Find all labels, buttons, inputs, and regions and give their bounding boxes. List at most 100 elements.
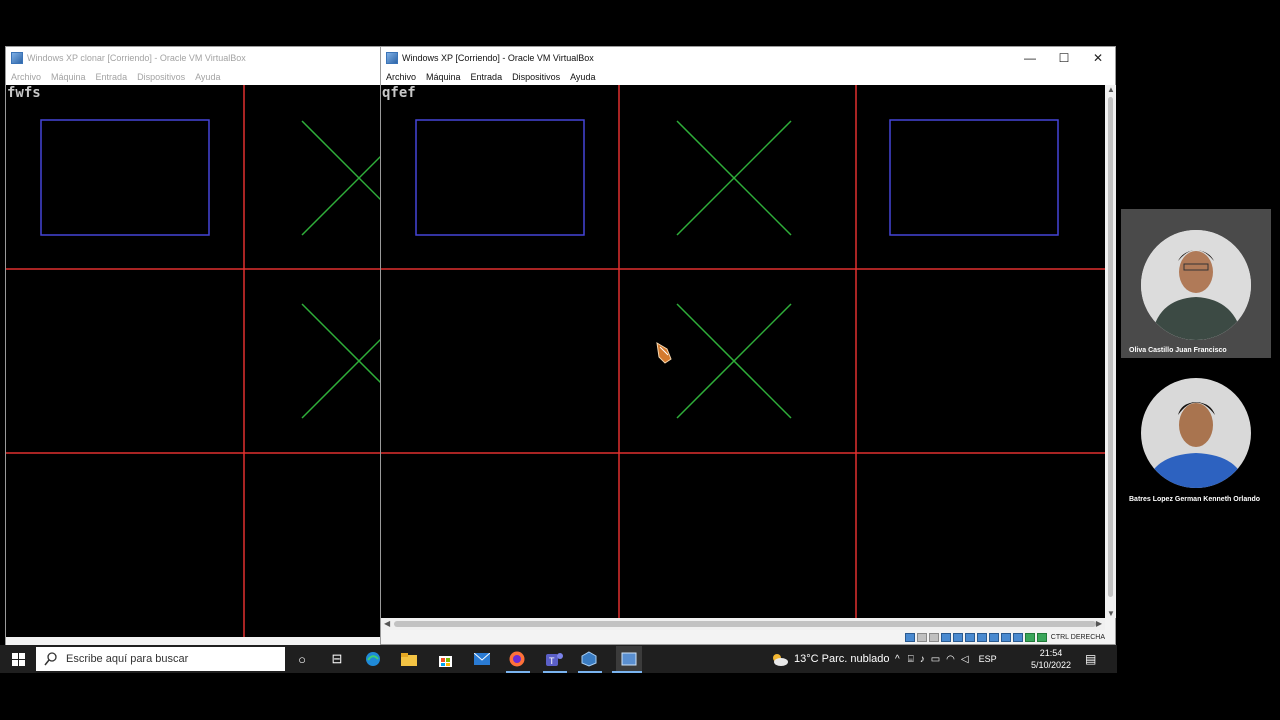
microphone-icon[interactable]: ♪ (920, 654, 925, 665)
cpu-icon[interactable] (1012, 632, 1023, 642)
weather-icon[interactable] (770, 652, 788, 666)
display-icon[interactable] (988, 632, 999, 642)
system-tray: 13°C Parc. nublado (770, 645, 890, 673)
close-button[interactable]: ✕ (1081, 47, 1115, 69)
menu-maquina[interactable]: Máquina (421, 72, 466, 82)
vm-text: fwfs (7, 85, 41, 101)
screen-recording: Windows XP clonar [Corriendo] - Oracle V… (0, 0, 1280, 720)
hard-disk-icon[interactable] (904, 632, 915, 642)
menu-bar: Archivo Máquina Entrada Dispositivos Ayu… (381, 69, 1115, 85)
notifications-icon[interactable]: ▤ (1085, 645, 1096, 673)
mouse-integration-icon[interactable] (1024, 632, 1035, 642)
store-icon[interactable] (436, 650, 454, 668)
virtualbox-window-main[interactable]: Windows XP [Corriendo] - Oracle VM Virtu… (380, 46, 1116, 645)
shared-folders-icon[interactable] (976, 632, 987, 642)
floppy-icon[interactable] (928, 632, 939, 642)
x-mark (301, 303, 384, 419)
edge-icon[interactable] (364, 650, 382, 668)
vertical-scrollbar[interactable]: ▲ ▼ (1105, 85, 1116, 618)
o-mark (40, 119, 210, 236)
taskbar-search-box[interactable]: Escribe aquí para buscar (36, 647, 285, 671)
search-icon (44, 652, 57, 666)
teams-icon[interactable]: T (545, 650, 563, 668)
o-mark (889, 119, 1059, 236)
clock-time: 21:54 (1039, 648, 1063, 658)
menu-ayuda[interactable]: Ayuda (565, 72, 600, 82)
menu-dispositivos[interactable]: Dispositivos (507, 72, 565, 82)
tic-tac-toe-board (381, 85, 1105, 618)
scroll-down-icon[interactable]: ▼ (1107, 609, 1115, 618)
title-bar[interactable]: Windows XP [Corriendo] - Oracle VM Virtu… (381, 47, 1115, 69)
x-mark (676, 303, 792, 419)
tic-tac-toe-board (6, 85, 384, 637)
host-key-label: CTRL DERECHA (1050, 633, 1105, 641)
clock[interactable]: 21:54 5/10/2022 (1028, 645, 1074, 673)
shell-cursor-icon (656, 342, 672, 364)
participant-video: Oliva Castillo Juan Francisco (1121, 209, 1271, 358)
maximize-button[interactable]: ☐ (1047, 47, 1081, 69)
menu-ayuda[interactable]: Ayuda (190, 72, 225, 82)
task-view-icon[interactable]: ⊟ (328, 650, 346, 668)
horizontal-scrollbar[interactable]: ◀ ▶ (381, 618, 1105, 630)
scroll-thumb[interactable] (394, 621, 1096, 627)
window-title: Windows XP clonar [Corriendo] - Oracle V… (27, 53, 246, 63)
menu-archivo[interactable]: Archivo (381, 72, 421, 82)
menu-dispositivos[interactable]: Dispositivos (132, 72, 190, 82)
virtualbox-icon (11, 52, 23, 64)
x-mark (301, 120, 384, 236)
meet-now-icon[interactable]: ⌸ (908, 654, 914, 665)
audio-icon[interactable] (940, 632, 951, 642)
running-indicator (506, 671, 530, 673)
minimize-button[interactable]: — (1013, 47, 1047, 69)
window-title: Windows XP [Corriendo] - Oracle VM Virtu… (402, 53, 594, 63)
menu-entrada[interactable]: Entrada (91, 72, 133, 82)
file-explorer-icon[interactable] (400, 650, 418, 668)
chevron-up-icon[interactable]: ^ (895, 654, 900, 665)
participant-name: Batres Lopez German Kenneth Orlando (1129, 496, 1261, 503)
svg-text:T: T (549, 656, 555, 666)
scroll-thumb[interactable] (1108, 97, 1113, 597)
scroll-right-icon[interactable]: ▶ (1096, 619, 1102, 628)
status-bar: CTRL DERECHA (381, 630, 1115, 644)
avatar (1141, 378, 1251, 488)
vm-text: qfef (382, 85, 416, 101)
participant-video: Batres Lopez German Kenneth Orlando (1121, 375, 1271, 510)
menu-archivo[interactable]: Archivo (6, 72, 46, 82)
firefox-icon[interactable] (508, 650, 526, 668)
virtualbox-icon (386, 52, 398, 64)
vm-screen[interactable]: fwfs (6, 85, 384, 637)
vm-screen[interactable]: qfef (381, 85, 1105, 618)
running-indicator (578, 671, 602, 673)
x-mark (676, 120, 792, 236)
virtualbox-window-clone[interactable]: Windows XP clonar [Corriendo] - Oracle V… (5, 46, 385, 650)
network-icon[interactable] (952, 632, 963, 642)
title-bar[interactable]: Windows XP clonar [Corriendo] - Oracle V… (6, 47, 384, 69)
running-indicator (543, 671, 567, 673)
optical-drive-icon[interactable] (916, 632, 927, 642)
menu-entrada[interactable]: Entrada (466, 72, 508, 82)
weather-text[interactable]: 13°C Parc. nublado (794, 653, 890, 665)
scroll-up-icon[interactable]: ▲ (1107, 85, 1115, 94)
cortana-icon[interactable]: ○ (293, 650, 311, 668)
battery-icon[interactable]: ▭ (931, 654, 940, 665)
wifi-icon[interactable]: ◠ (946, 654, 955, 665)
keyboard-icon[interactable] (1036, 632, 1047, 642)
virtualbox-taskbar-icon[interactable] (580, 650, 598, 668)
scroll-left-icon[interactable]: ◀ (384, 619, 390, 628)
avatar (1141, 230, 1251, 340)
virtualbox-vm-icon[interactable] (616, 646, 642, 672)
mail-icon[interactable] (473, 650, 491, 668)
menu-bar: Archivo Máquina Entrada Dispositivos Ayu… (6, 69, 384, 85)
volume-icon[interactable]: ◁ (961, 654, 969, 665)
windows-start-icon[interactable] (9, 650, 27, 668)
search-placeholder: Escribe aquí para buscar (66, 653, 189, 665)
running-indicator (612, 671, 642, 673)
usb-icon[interactable] (964, 632, 975, 642)
o-mark (415, 119, 585, 236)
language-indicator[interactable]: ESP (979, 654, 997, 664)
participant-name: Oliva Castillo Juan Francisco (1129, 347, 1227, 354)
clock-date: 5/10/2022 (1030, 660, 1072, 670)
menu-maquina[interactable]: Máquina (46, 72, 91, 82)
video-capture-icon[interactable] (1000, 632, 1011, 642)
windows-taskbar: Escribe aquí para buscar ○ ⊟ T 13°C Parc… (0, 645, 1117, 673)
